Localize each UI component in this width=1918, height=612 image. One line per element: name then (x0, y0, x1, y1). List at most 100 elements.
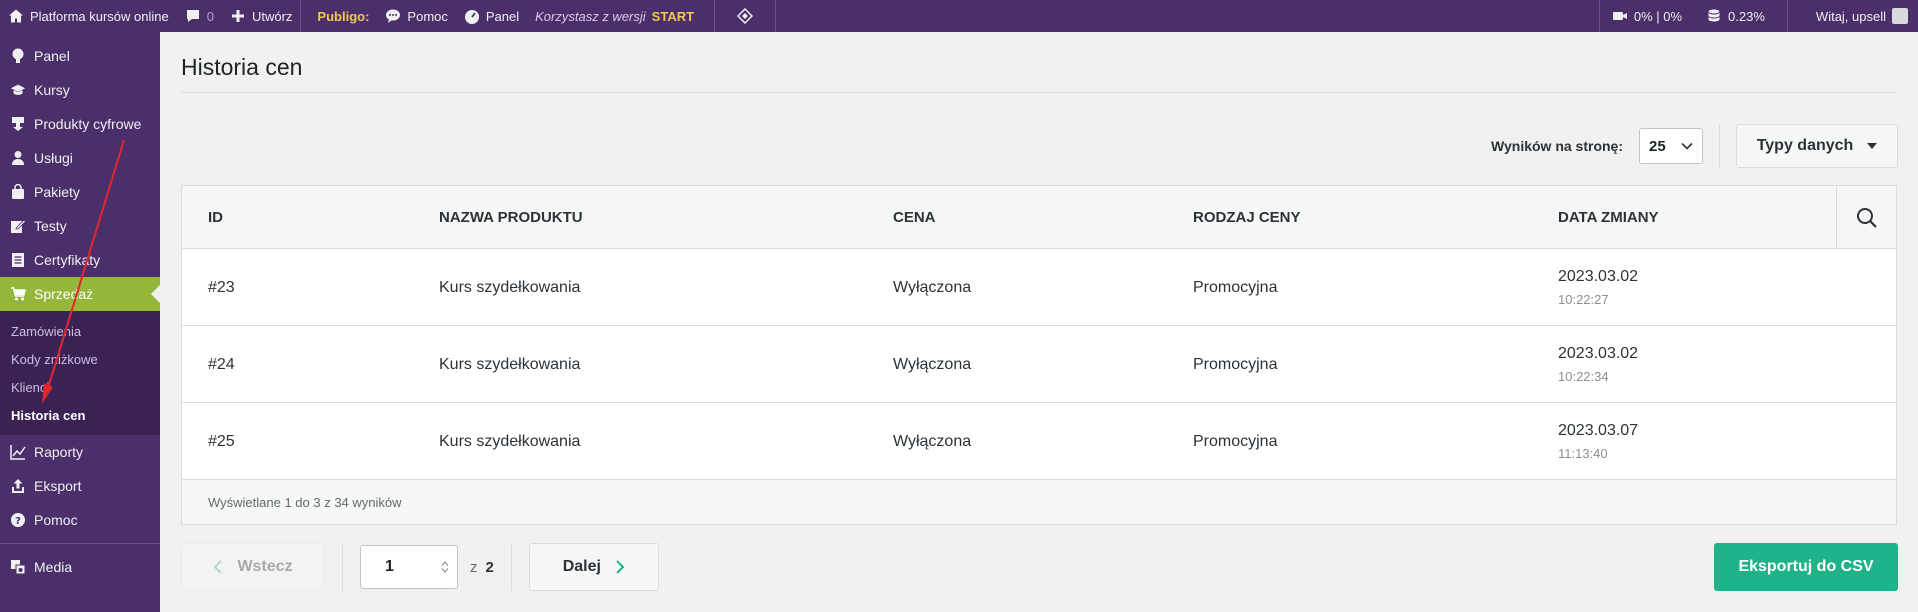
page-number-field[interactable] (385, 558, 425, 576)
account-menu[interactable]: Witaj, upsell (1788, 0, 1918, 32)
page-of-label: z (470, 558, 478, 576)
column-header-price[interactable]: CENA (893, 186, 936, 249)
next-page-button[interactable]: Dalej (528, 543, 659, 591)
create-menu[interactable]: Utwórz (222, 0, 300, 32)
page-number-input[interactable] (360, 545, 458, 589)
submenu-item-price-history[interactable]: Historia cen (0, 401, 160, 429)
cell-id: #23 (208, 278, 235, 296)
sidebar-item-label: Pomoc (34, 512, 78, 528)
submenu-item-discount-codes[interactable]: Kody zniżkowe (0, 345, 160, 373)
pagination: Wstecz z 2 Dalej (181, 543, 659, 591)
change-date: 2023.03.02 (1558, 345, 1639, 362)
sidebar-item-tests[interactable]: Testy (0, 209, 160, 243)
svg-text:?: ? (15, 516, 21, 527)
submenu-item-orders[interactable]: Zamówienia (0, 317, 160, 345)
storage-stats[interactable]: 0.23% (1694, 0, 1787, 32)
title-divider (181, 92, 1897, 93)
controls-divider (1719, 124, 1720, 168)
column-header-id[interactable]: ID (208, 186, 223, 249)
page-stepper[interactable] (441, 561, 449, 573)
data-types-button[interactable]: Typy danych (1736, 124, 1898, 168)
greeting: Witaj, upsell (1815, 8, 1886, 24)
sidebar-item-label: Eksport (34, 478, 82, 494)
database-icon (1708, 9, 1720, 22)
submenu-item-customers[interactable]: Klienci (0, 373, 160, 401)
column-header-price-type[interactable]: RODZAJ CENY (1193, 186, 1301, 249)
speech-bubble-icon (386, 9, 401, 23)
panel-link[interactable]: Panel (456, 0, 527, 32)
cell-price: Wyłączona (893, 432, 972, 450)
admin-bar: Platforma kursów online 0 Utwórz Publigo… (0, 0, 1918, 32)
sidebar-item-reports[interactable]: Raporty (0, 435, 160, 469)
cell-price: Wyłączona (893, 278, 972, 296)
table-row: #23 Kurs szydełkowania Wyłączona Promocy… (182, 249, 1896, 326)
create-label: Utwórz (251, 8, 293, 24)
user-icon (10, 150, 26, 166)
home-icon (9, 9, 23, 23)
video-stats-value: 0% | 0% (1633, 8, 1683, 24)
sidebar-item-panel[interactable]: Panel (0, 39, 160, 73)
change-date: 2023.03.07 (1558, 422, 1639, 439)
per-page-label: Wyników na stronę: (1491, 138, 1623, 154)
media-icon (10, 559, 26, 575)
cell-change-date: 2023.03.02 10:22:27 (1558, 249, 1638, 326)
price-history-table: ID NAZWA PRODUKTU CENA RODZAJ CENY DATA … (181, 185, 1897, 525)
caret-down-icon (1867, 143, 1878, 149)
adminbar-divider (775, 0, 777, 32)
sidebar-item-digital-products[interactable]: Produkty cyfrowe (0, 107, 160, 141)
diamond-menu[interactable] (715, 0, 775, 32)
help-icon: ? (10, 512, 26, 528)
video-stats[interactable]: 0% | 0% (1600, 0, 1694, 32)
sidebar-item-services[interactable]: Usługi (0, 141, 160, 175)
panel-label: Panel (485, 8, 520, 24)
change-time: 11:13:40 (1558, 446, 1608, 461)
sidebar-item-media[interactable]: Media (0, 550, 160, 584)
sidebar-item-courses[interactable]: Kursy (0, 73, 160, 107)
chevron-down-icon (1681, 142, 1693, 150)
per-page-select[interactable]: 25 (1639, 128, 1703, 164)
adminbar-right: 0% | 0% 0.23% Witaj, upsell (1598, 0, 1918, 32)
column-header-change-date[interactable]: DATA ZMIANY (1558, 186, 1659, 249)
table-controls: Wyników na stronę: 25 Typy danych (1491, 124, 1898, 168)
cell-price-type: Promocyjna (1193, 278, 1278, 296)
previous-page-button[interactable]: Wstecz (181, 543, 325, 591)
sidebar-item-label: Sprzedaż (34, 286, 94, 302)
table-row: #25 Kurs szydełkowania Wyłączona Promocy… (182, 403, 1896, 480)
plus-icon (231, 10, 244, 22)
cart-icon (10, 286, 26, 302)
help-label: Pomoc (407, 8, 448, 24)
sidebar-item-sales[interactable]: Sprzedaż (0, 277, 160, 311)
sidebar-item-label: Pakiety (34, 184, 80, 200)
sidebar-item-label: Usługi (34, 150, 73, 166)
cell-product-name: Kurs szydełkowania (439, 432, 581, 450)
chart-icon (10, 444, 26, 460)
gauge-icon (10, 48, 26, 64)
spin-down-icon[interactable] (441, 568, 449, 573)
sales-submenu: Zamówienia Kody zniżkowe Klienci Histori… (0, 311, 160, 435)
column-header-product-name[interactable]: NAZWA PRODUKTU (439, 186, 583, 249)
pagination-divider (510, 543, 512, 591)
sidebar-item-label: Testy (34, 218, 67, 234)
export-csv-button[interactable]: Eksportuj do CSV (1714, 543, 1898, 591)
spin-up-icon[interactable] (441, 561, 449, 566)
help-link[interactable]: Pomoc (377, 0, 455, 32)
per-page-value: 25 (1649, 137, 1666, 155)
table-search-button[interactable] (1836, 186, 1896, 249)
avatar (1892, 8, 1908, 24)
change-time: 10:22:34 (1558, 369, 1609, 384)
cell-product-name: Kurs szydełkowania (439, 355, 581, 373)
cell-price-type: Promocyjna (1193, 432, 1278, 450)
comments-link[interactable]: 0 (177, 0, 222, 32)
admin-sidebar: Panel Kursy Produkty cyfrowe Usługi Paki… (0, 32, 160, 612)
sidebar-item-label: Raporty (34, 444, 84, 460)
change-time: 10:22:27 (1558, 292, 1609, 307)
brand-label: Publigo: (317, 8, 370, 24)
sidebar-item-certificates[interactable]: Certyfikaty (0, 243, 160, 277)
sidebar-item-label: Kursy (34, 82, 70, 98)
sidebar-item-export[interactable]: Eksport (0, 469, 160, 503)
sidebar-item-help[interactable]: ? Pomoc (0, 503, 160, 537)
sidebar-item-label: Media (34, 559, 73, 575)
site-name-link[interactable]: Platforma kursów online (0, 0, 177, 32)
table-header: ID NAZWA PRODUKTU CENA RODZAJ CENY DATA … (182, 186, 1896, 249)
sidebar-item-packages[interactable]: Pakiety (0, 175, 160, 209)
